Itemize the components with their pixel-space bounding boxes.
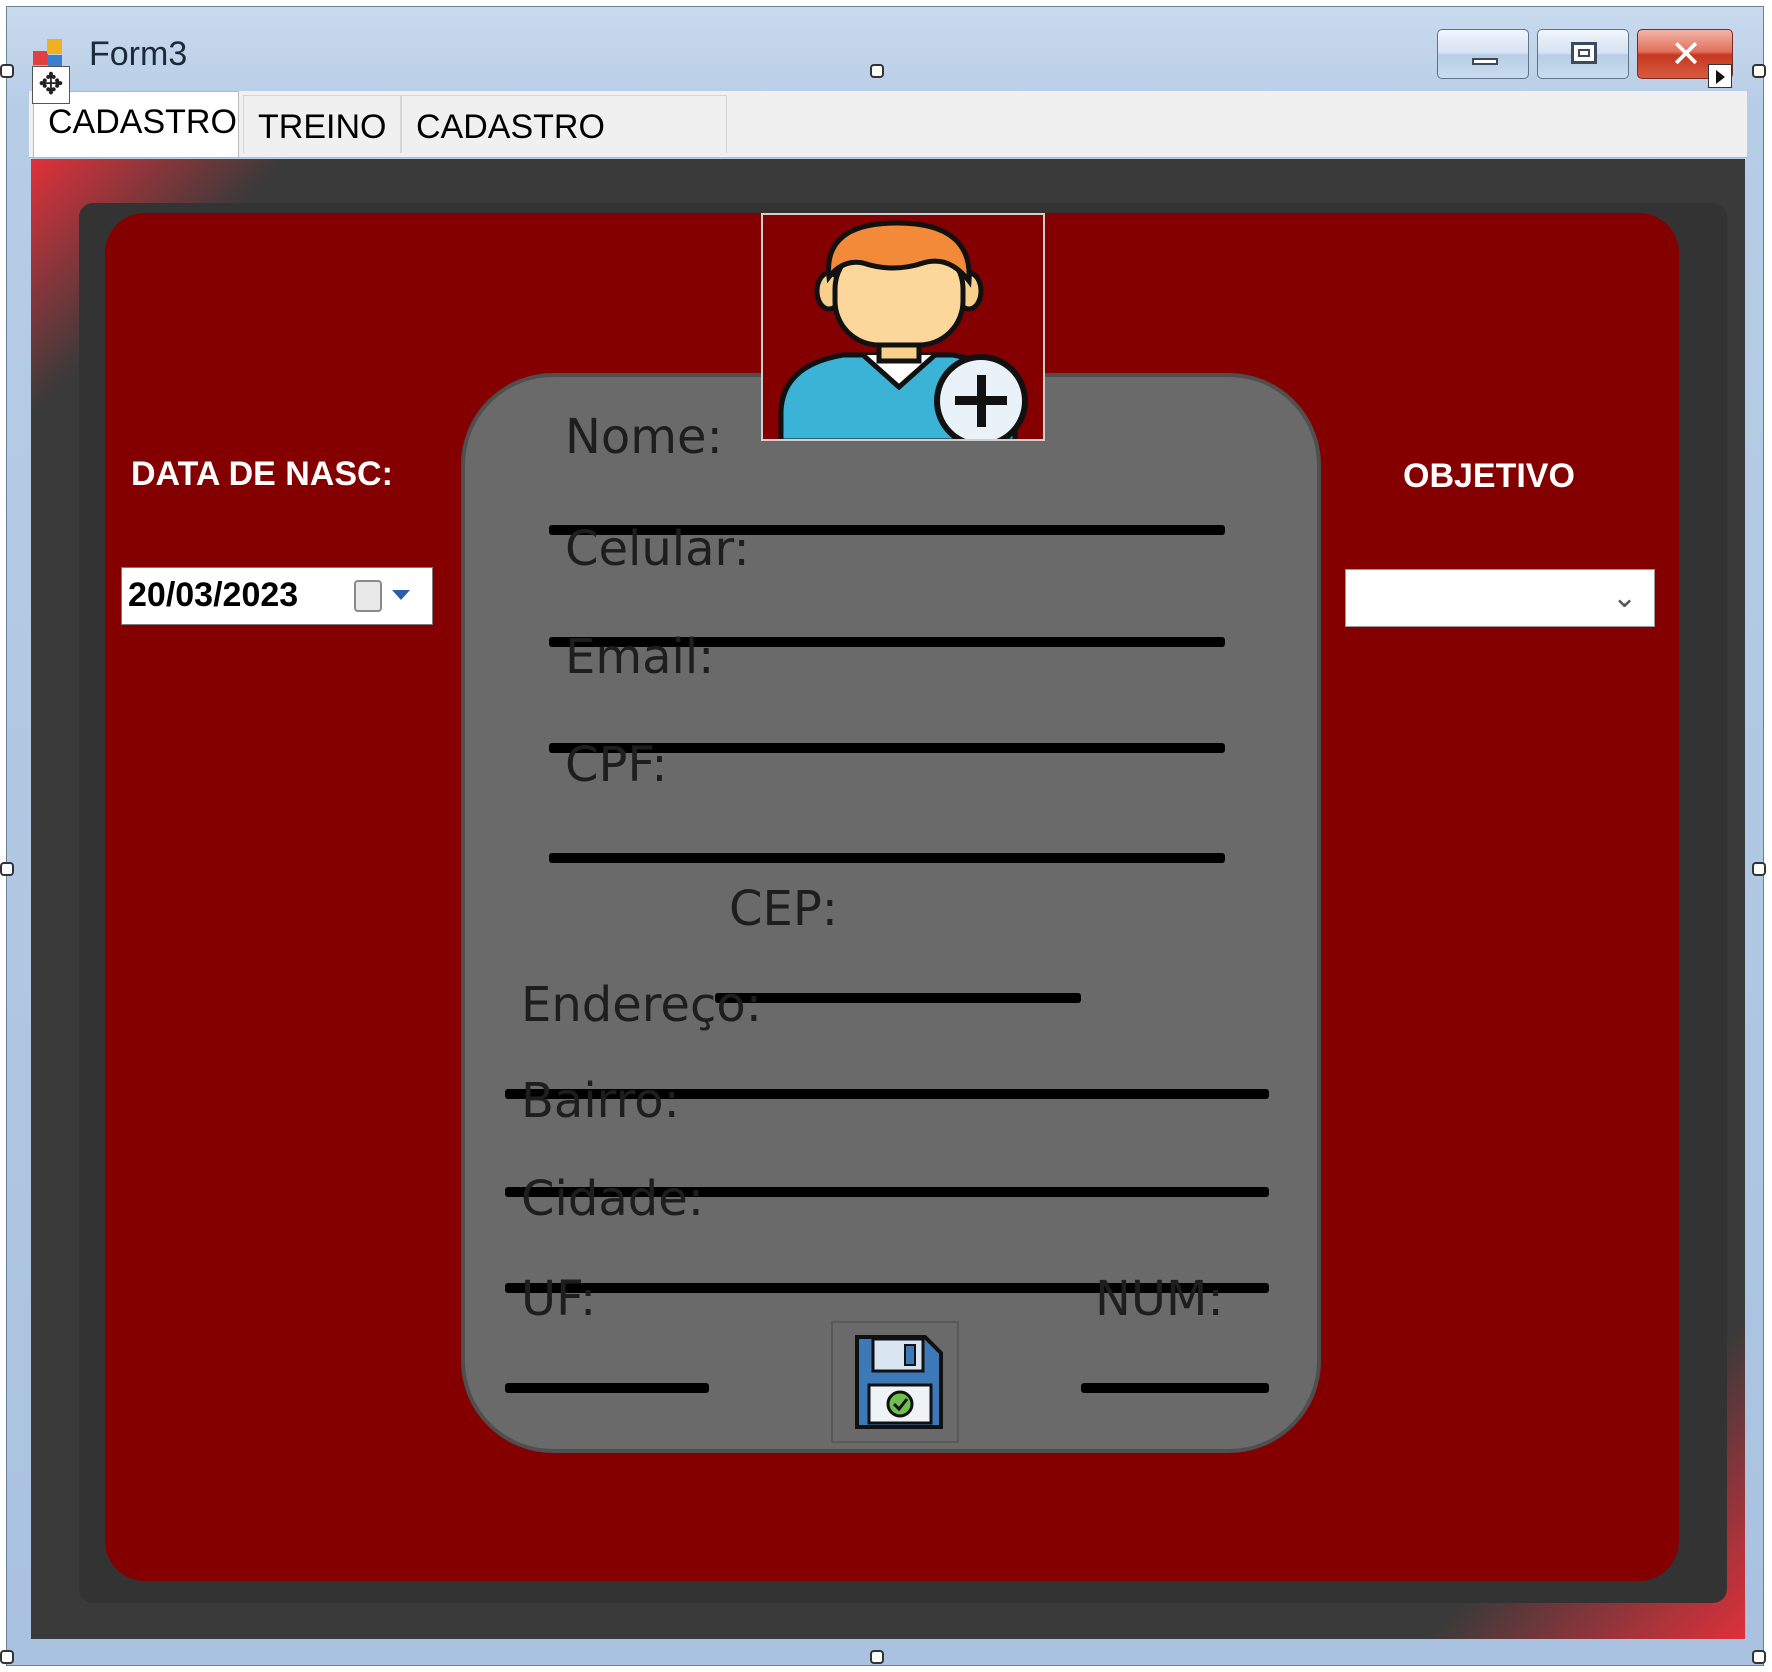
celular-label: Celular:	[565, 521, 750, 577]
resize-handle-bottom-right[interactable]	[1752, 1650, 1766, 1664]
objetivo-label: OBJETIVO	[1403, 457, 1575, 495]
num-label: NUM:	[1095, 1271, 1224, 1327]
resize-handle-bottom[interactable]	[870, 1650, 884, 1664]
move-handle-icon[interactable]: ✥	[32, 66, 70, 104]
window-title: Form3	[89, 35, 188, 73]
smart-tag-arrow-icon[interactable]	[1708, 64, 1732, 88]
maximize-icon	[1571, 42, 1597, 64]
tab-treino[interactable]: TREINO	[243, 95, 401, 153]
avatar-picture-box[interactable]	[761, 213, 1045, 441]
cep-underline[interactable]	[715, 993, 1081, 1003]
bairro-label: Bairro:	[521, 1073, 680, 1129]
num-underline[interactable]	[1081, 1383, 1269, 1393]
add-user-icon	[778, 220, 1028, 439]
floppy-disk-save-icon	[855, 1335, 943, 1429]
resize-handle-left[interactable]	[0, 862, 14, 876]
maximize-button[interactable]	[1537, 29, 1629, 79]
resize-handle-right[interactable]	[1752, 862, 1766, 876]
cep-label: CEP:	[729, 881, 838, 937]
minimize-button[interactable]	[1437, 29, 1529, 79]
cidade-label: Cidade:	[521, 1171, 704, 1227]
resize-handle-top-right[interactable]	[1752, 64, 1766, 78]
uf-label: UF:	[521, 1271, 597, 1327]
calendar-icon[interactable]	[354, 580, 382, 612]
resize-handle-top[interactable]	[870, 64, 884, 78]
form3-window: Form3 ✕ CADASTRO TREINO CADASTRO AULAS	[6, 6, 1764, 1666]
cpf-label: CPF:	[565, 737, 668, 793]
dropdown-arrow-icon[interactable]	[392, 590, 410, 600]
save-button[interactable]	[831, 1321, 959, 1443]
endereco-label: Endereço:	[521, 977, 762, 1033]
title-bar[interactable]: Form3 ✕	[7, 7, 1763, 91]
objetivo-select[interactable]: ⌄	[1345, 569, 1655, 627]
data-nasc-datepicker[interactable]: 20/03/2023	[121, 567, 433, 625]
data-nasc-label: DATA DE NASC:	[131, 455, 393, 493]
tab-page-cadastro: DATA DE NASC: 20/03/2023 OBJETIVO ⌄ Nome…	[31, 159, 1745, 1639]
uf-underline[interactable]	[505, 1383, 709, 1393]
cpf-underline[interactable]	[549, 853, 1225, 863]
email-label: Email:	[565, 629, 715, 685]
tab-strip: CADASTRO TREINO CADASTRO AULAS	[29, 91, 1747, 208]
nome-label: Nome:	[565, 409, 723, 465]
resize-handle-bottom-left[interactable]	[0, 1650, 14, 1664]
tab-cadastro-aulas[interactable]: CADASTRO AULAS	[401, 95, 727, 208]
minimize-icon	[1472, 58, 1498, 65]
resize-handle-top-left[interactable]	[0, 64, 14, 78]
chevron-down-icon[interactable]: ⌄	[1612, 580, 1637, 615]
data-nasc-value[interactable]: 20/03/2023	[128, 576, 298, 615]
